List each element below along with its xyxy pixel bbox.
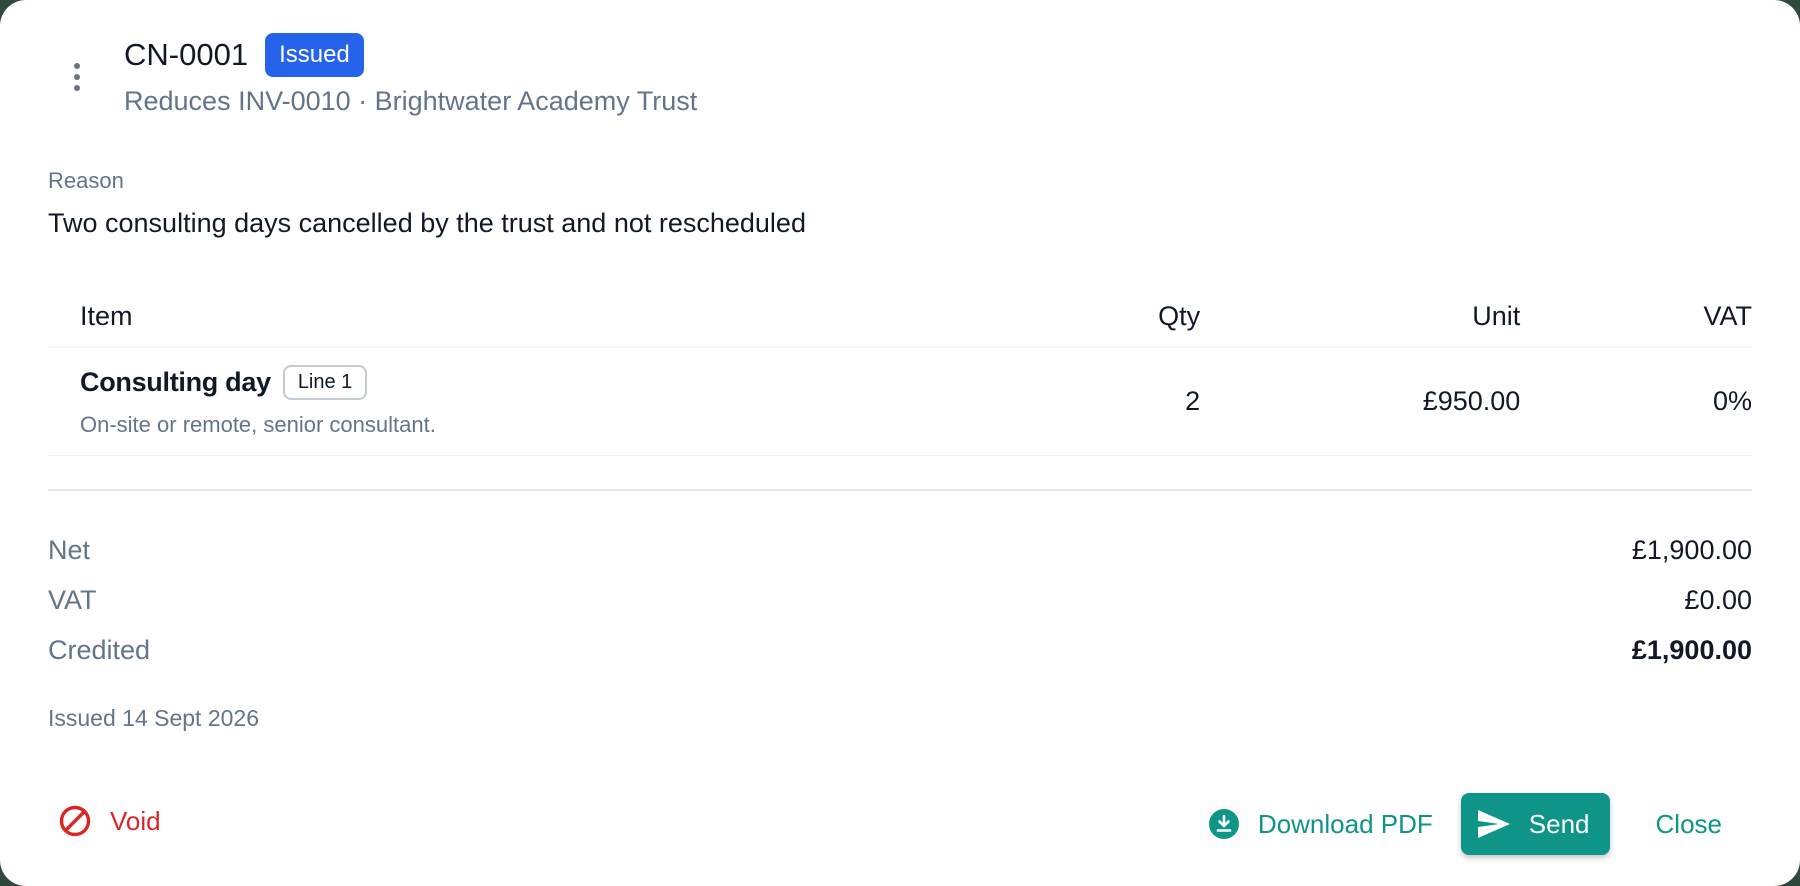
void-button[interactable]: Void: [58, 804, 161, 838]
qty-cell: 2: [1185, 386, 1201, 416]
send-icon: [1477, 809, 1511, 839]
net-label: Net: [48, 534, 91, 565]
unit-cell: £950.00: [1422, 386, 1521, 416]
issued-date: Issued 14 Sept 2026: [48, 705, 259, 731]
dialog-header: CN-0001 Issued: [124, 33, 364, 77]
table-header: Item Qty Unit VAT: [48, 286, 1752, 348]
line-badge: Line 1: [282, 365, 368, 400]
column-header-qty: Qty: [1158, 301, 1201, 331]
void-label: Void: [110, 805, 161, 836]
more-options-button[interactable]: [62, 57, 92, 97]
vat-value: £0.00: [1684, 584, 1752, 615]
send-label: Send: [1528, 808, 1590, 839]
more-vertical-icon: [74, 63, 80, 69]
vat-label: VAT: [48, 584, 97, 615]
send-button[interactable]: Send: [1460, 793, 1610, 855]
column-header-item: Item: [80, 301, 133, 331]
dialog-actions: Download PDF Send Close: [1208, 793, 1752, 855]
reason-text: Two consulting days cancelled by the tru…: [48, 208, 806, 238]
vat-cell: 0%: [1712, 386, 1753, 416]
column-header-unit: Unit: [1472, 301, 1521, 331]
vat-row: VAT £0.00: [48, 575, 1752, 625]
item-name: Consulting day: [80, 367, 271, 397]
ban-icon: [58, 804, 92, 838]
more-vertical-icon-dot: [74, 85, 80, 91]
item-title-line: Consulting day Line 1: [80, 365, 1107, 400]
reason-label: Reason: [48, 168, 124, 193]
status-badge: Issued: [265, 33, 364, 77]
dialog-subtitle: Reduces INV-0010 · Brightwater Academy T…: [124, 86, 698, 116]
table-row: Consulting day Line 1 On-site or remote,…: [48, 348, 1752, 456]
close-button[interactable]: Close: [1656, 809, 1722, 840]
item-cell: Consulting day Line 1 On-site or remote,…: [48, 365, 1107, 438]
download-pdf-label: Download PDF: [1257, 808, 1433, 839]
download-pdf-button[interactable]: Download PDF: [1208, 808, 1433, 840]
net-value: £1,900.00: [1631, 534, 1752, 565]
credit-note-dialog: CN-0001 Issued Reduces INV-0010 · Bright…: [0, 0, 1800, 886]
net-row: Net £1,900.00: [48, 525, 1752, 575]
more-vertical-icon-dot: [74, 74, 80, 80]
totals-divider: [48, 489, 1752, 491]
credited-label: Credited: [48, 634, 151, 665]
credit-note-number: CN-0001: [124, 37, 249, 72]
item-description: On-site or remote, senior consultant.: [80, 412, 436, 437]
line-items-table: Item Qty Unit VAT Consulting day Line 1 …: [48, 286, 1752, 456]
download-circle-icon: [1208, 808, 1240, 840]
totals-section: Net £1,900.00 VAT £0.00 Credited £1,900.…: [48, 525, 1752, 675]
column-header-vat: VAT: [1703, 301, 1753, 331]
credited-value: £1,900.00: [1631, 634, 1752, 665]
credited-row: Credited £1,900.00: [48, 625, 1752, 675]
